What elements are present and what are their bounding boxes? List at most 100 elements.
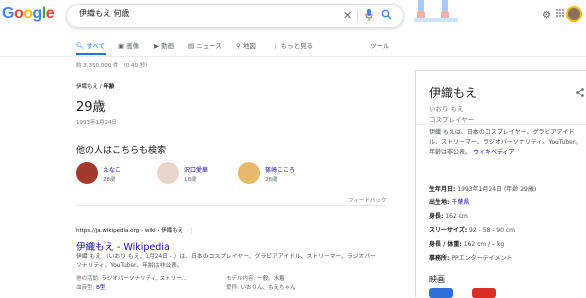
- attribute-key: モデル内容:: [226, 276, 256, 282]
- person-photo: [238, 162, 260, 184]
- tab-news[interactable]: ▤ ニュース: [188, 40, 222, 50]
- apps-grid-icon[interactable]: [556, 9, 564, 20]
- fact-value: 92 - 58 - 90 cm: [469, 227, 515, 234]
- video-icon: ▶: [154, 42, 159, 50]
- tab-label: ニュース: [196, 42, 222, 50]
- knowledge-panel-title: 伊織もえ: [429, 86, 478, 100]
- search-icon: 🔍︎: [76, 42, 85, 50]
- image-icon: ▣: [118, 42, 125, 50]
- fact-birthdate: 生年月日: 1993年1月24日 (年齢 29歳): [429, 184, 584, 193]
- result-stats: 約 3,350,000 件 （0.40 秒）: [76, 63, 151, 69]
- settings-gear-icon[interactable]: ⚙: [542, 10, 551, 21]
- person-name[interactable]: えなこ: [103, 165, 121, 174]
- result-url-text: https://ja.wikipedia.org › wiki › 伊織もえ: [76, 228, 184, 234]
- attribute-value: 一般、水着: [257, 276, 285, 282]
- fact-height: 身長: 162 cm: [429, 211, 584, 220]
- attribute-key: 愛称:: [226, 285, 239, 291]
- logo-letter: g: [32, 5, 43, 22]
- tab-images[interactable]: ▣ 画像: [118, 40, 139, 50]
- tab-more[interactable]: ⋮ もっと見る: [272, 40, 313, 50]
- fact-key: 身長 / 体重:: [429, 241, 462, 248]
- result-url: https://ja.wikipedia.org › wiki › 伊織もえ ⋮: [76, 226, 195, 234]
- tab-maps[interactable]: ⚲ 地図: [236, 40, 256, 50]
- tab-label: 動画: [161, 42, 175, 50]
- tab-label: もっと見る: [280, 42, 314, 50]
- feedback-link[interactable]: フィードバック: [348, 196, 386, 204]
- attribute-key: 血液型:: [76, 285, 95, 291]
- fact-key: 生年月日:: [429, 186, 456, 193]
- movie-thumbnail[interactable]: [429, 288, 453, 298]
- answer-date: 1993年1月24日: [76, 120, 117, 126]
- fact-agency: 事務所: PPエンターテイメント: [429, 253, 584, 262]
- fact-key: スリーサイズ:: [429, 227, 468, 234]
- map-pin-icon: ⚲: [236, 42, 241, 50]
- fact-value: 162 cm: [445, 213, 468, 220]
- fact-value-link[interactable]: 千葉県: [451, 199, 469, 206]
- wikipedia-link[interactable]: ウィキペディア: [473, 149, 515, 156]
- answer-attribute: 年齢: [103, 84, 115, 90]
- movies-heading: 映画: [429, 275, 445, 284]
- answer-breadcrumb: 伊織もえ / 年齢: [76, 82, 114, 90]
- fact-measurements: スリーサイズ: 92 - 58 - 90 cm: [429, 225, 584, 234]
- person-photo: [76, 162, 98, 184]
- logo-letter: o: [23, 5, 33, 22]
- attribute-row: 血液型: B型 愛称: いおりん、もえちゃん: [76, 284, 376, 293]
- knowledge-panel-reading: いおり もえ: [429, 105, 464, 113]
- share-icon[interactable]: [576, 88, 584, 100]
- tab-label: 地図: [242, 42, 256, 50]
- attribute-value-link[interactable]: B型: [96, 285, 105, 291]
- doodle-illustration[interactable]: [414, 0, 458, 22]
- person-age: 28歳: [265, 177, 278, 183]
- fact-value: 162 cm / – kg: [463, 241, 505, 248]
- clear-icon[interactable]: ✕: [343, 9, 352, 23]
- panel-divider: [415, 124, 586, 125]
- tab-videos[interactable]: ▶ 動画: [154, 40, 174, 50]
- tab-label: ツール: [370, 42, 390, 50]
- divider: [357, 10, 358, 22]
- search-input[interactable]: [77, 8, 331, 19]
- active-tab-indicator: [76, 53, 106, 55]
- person-name[interactable]: 篠崎こころ: [265, 165, 295, 174]
- result-attributes: 他の活動: ラジオパーソナリティ, ストリー... モデル内容: 一般、水着 血…: [76, 275, 376, 293]
- answer-entity-link[interactable]: 伊織もえ: [76, 84, 98, 90]
- fact-key: 事務所:: [429, 255, 450, 262]
- tab-all[interactable]: 🔍︎ すべて: [76, 40, 105, 50]
- attribute-value: ラジオパーソナリティ, ストリー...: [101, 276, 187, 282]
- fact-birthplace: 出生地: 千葉県: [429, 197, 584, 206]
- result-snippet: 伊織 もえ （いおり もえ、1月24日 - ）は、日本のコスプレイヤー、グラビア…: [76, 254, 376, 269]
- google-logo[interactable]: Google: [2, 5, 55, 27]
- news-icon: ▤: [188, 42, 195, 50]
- people-also-search-heading: 他の人はこちらも検索: [76, 146, 167, 156]
- person-name[interactable]: 沢口愛華: [184, 165, 208, 174]
- more-icon: ⋮: [272, 42, 279, 50]
- movie-thumbnail[interactable]: [472, 288, 496, 298]
- attribute-value: いおりん、もえちゃん: [240, 285, 296, 291]
- search-box[interactable]: ✕: [66, 4, 404, 28]
- tab-label: 画像: [126, 42, 140, 50]
- tab-tools[interactable]: ツール: [370, 40, 390, 50]
- account-avatar[interactable]: [566, 6, 582, 22]
- logo-letter: o: [13, 5, 24, 22]
- tab-label: すべて: [86, 42, 106, 50]
- result-title-link[interactable]: 伊織もえ - Wikipedia: [76, 239, 170, 253]
- logo-letter: e: [45, 5, 55, 22]
- search-icon[interactable]: [381, 9, 392, 25]
- fact-value: 1993年1月24日 (年齢 29歳): [457, 186, 537, 193]
- header-divider: [0, 56, 586, 57]
- attribute-row: 他の活動: ラジオパーソナリティ, ストリー... モデル内容: 一般、水着: [76, 275, 376, 284]
- knowledge-panel-occupation: コスプレイヤー: [429, 116, 475, 124]
- logo-letter: G: [2, 5, 14, 22]
- fact-key: 出生地:: [429, 199, 450, 206]
- knowledge-panel-description: 伊織 もえは、日本のコスプレイヤー、グラビアアイドル、ストリーマー、ラジオパーソ…: [429, 128, 584, 158]
- person-photo: [157, 162, 179, 184]
- attribute-key: 他の活動:: [76, 276, 100, 282]
- microphone-icon[interactable]: [365, 9, 373, 26]
- fact-height-weight: 身長 / 体重: 162 cm / – kg: [429, 239, 584, 248]
- person-age: 28歳: [103, 177, 116, 183]
- fact-key: 身長:: [429, 213, 444, 220]
- fact-value: PPエンターテイメント: [451, 255, 513, 262]
- section-divider: [76, 205, 386, 206]
- person-age: 18歳: [184, 177, 197, 183]
- more-options-icon[interactable]: ⋮: [189, 228, 195, 234]
- answer-value: 29歳: [76, 100, 106, 115]
